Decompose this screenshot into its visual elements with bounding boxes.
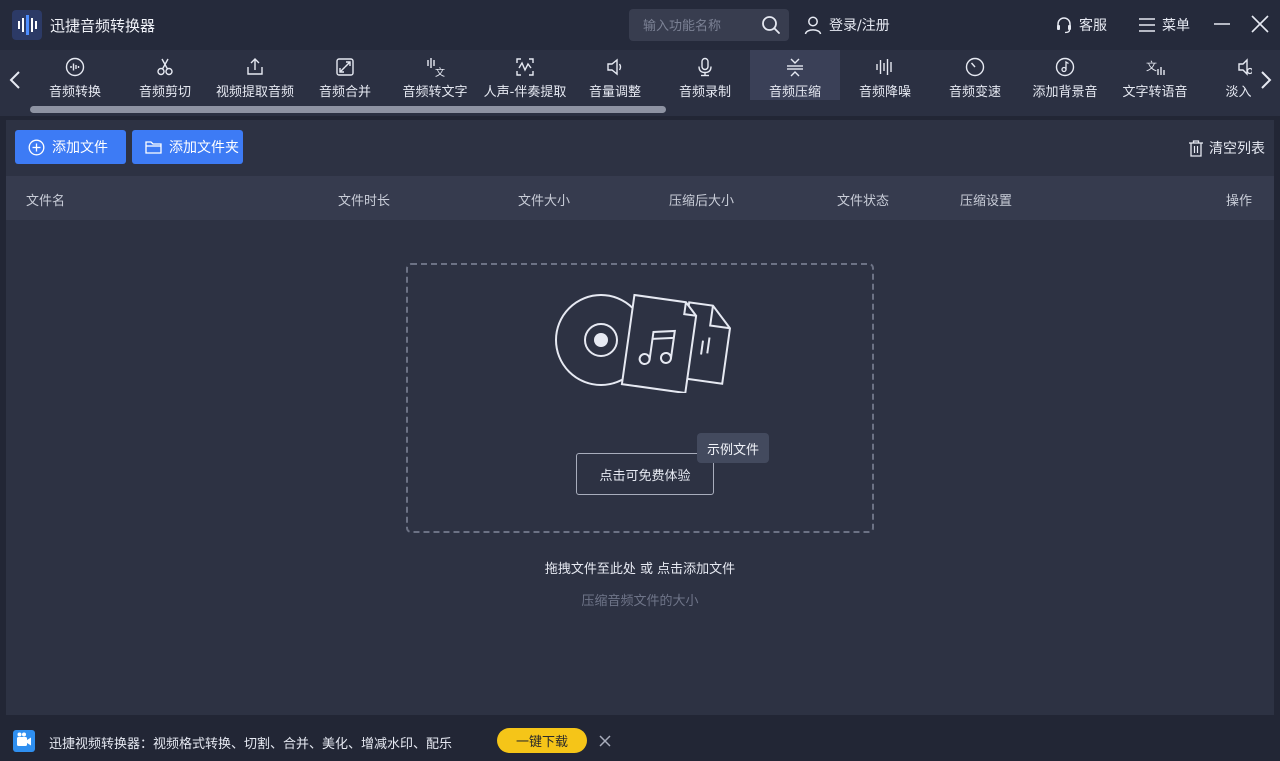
add-folder-button[interactable]: 添加文件夹 bbox=[132, 130, 243, 164]
minimize-icon[interactable] bbox=[1212, 14, 1232, 34]
tool-volume-adjust[interactable]: 音量调整 bbox=[570, 50, 660, 100]
voice-to-text-icon: 文 bbox=[427, 58, 445, 77]
fade-icon bbox=[1238, 58, 1252, 76]
menu-button[interactable]: 菜单 bbox=[1138, 13, 1190, 37]
search-box[interactable] bbox=[629, 9, 789, 41]
tool-text-to-speech[interactable]: 文 文字转语音 bbox=[1110, 50, 1200, 100]
sample-file-tag[interactable]: 示例文件 bbox=[697, 433, 770, 463]
add-file-label: 添加文件 bbox=[52, 140, 108, 156]
user-icon bbox=[804, 16, 822, 35]
trash-icon bbox=[1189, 139, 1203, 157]
close-icon[interactable] bbox=[1250, 14, 1270, 34]
tool-list: 音频转换 音频剪切 视频提取音频 音频合并 文 音频转文字 人声-伴奏提取 音量… bbox=[30, 50, 1252, 108]
column-header-filename: 文件名 bbox=[26, 194, 66, 209]
tool-label: 淡入淡 bbox=[1225, 85, 1252, 100]
video-converter-app-icon bbox=[13, 730, 35, 752]
tool-audio-merge[interactable]: 音频合并 bbox=[300, 50, 390, 100]
promo-text: 迅捷视频转换器：视频格式转换、切割、合并、美化、增减水印、配乐 bbox=[49, 737, 453, 752]
chevron-left-icon[interactable] bbox=[5, 66, 25, 94]
speed-dial-icon bbox=[965, 57, 985, 77]
column-header-compress-settings: 压缩设置 bbox=[960, 194, 1013, 209]
tool-fade[interactable]: 淡入淡 bbox=[1200, 50, 1252, 100]
toolbar-scrollbar[interactable] bbox=[30, 106, 666, 113]
tool-video-extract-audio[interactable]: 视频提取音频 bbox=[210, 50, 300, 100]
svg-text:文: 文 bbox=[1146, 59, 1157, 73]
app-title: 迅捷音频转换器 bbox=[50, 17, 156, 35]
equalizer-icon bbox=[876, 59, 892, 75]
hamburger-icon bbox=[1139, 18, 1155, 32]
table-header: 文件名 文件时长 文件大小 压缩后大小 文件状态 压缩设置 操作 bbox=[6, 176, 1274, 220]
file-drop-zone[interactable]: 点击可免费体验 示例文件 bbox=[406, 263, 874, 533]
scissors-icon bbox=[157, 58, 173, 76]
text-to-speech-icon: 文 bbox=[1146, 59, 1165, 75]
tool-audio-convert[interactable]: 音频转换 bbox=[30, 50, 120, 100]
tool-audio-compress[interactable]: 音频压缩 bbox=[750, 50, 840, 100]
compress-icon bbox=[787, 58, 803, 77]
waveform-circle-icon bbox=[65, 57, 85, 77]
tool-audio-to-text[interactable]: 文 音频转文字 bbox=[390, 50, 480, 100]
drop-subhint-text: 压缩音频文件的大小 bbox=[581, 594, 699, 609]
login-label: 登录/注册 bbox=[829, 18, 890, 34]
title-bar: 迅捷音频转换器 登录/注册 客服 菜单 bbox=[0, 0, 1280, 50]
download-button[interactable]: 一键下载 bbox=[497, 728, 587, 753]
column-header-size: 文件大小 bbox=[518, 194, 571, 209]
tool-add-background-music[interactable]: 添加背景音 bbox=[1020, 50, 1110, 100]
free-trial-button[interactable]: 点击可免费体验 bbox=[576, 453, 714, 495]
chevron-right-icon[interactable] bbox=[1256, 66, 1276, 94]
folder-icon bbox=[145, 140, 162, 154]
column-header-actions: 操作 bbox=[1226, 194, 1253, 209]
column-header-status: 文件状态 bbox=[837, 194, 890, 209]
close-promo-icon[interactable] bbox=[597, 733, 613, 749]
add-folder-label: 添加文件夹 bbox=[169, 140, 239, 156]
tool-noise-reduce[interactable]: 音频降噪 bbox=[840, 50, 930, 100]
plus-circle-icon bbox=[28, 139, 45, 155]
customer-service-button[interactable]: 客服 bbox=[1055, 13, 1107, 37]
microphone-icon bbox=[698, 57, 712, 77]
search-input[interactable] bbox=[643, 17, 753, 35]
volume-icon bbox=[607, 58, 622, 76]
merge-expand-icon bbox=[336, 58, 354, 76]
clear-list-button[interactable]: 清空列表 bbox=[1188, 138, 1265, 158]
tool-speed-change[interactable]: 音频变速 bbox=[930, 50, 1020, 100]
audio-file-illustration-icon bbox=[555, 293, 732, 393]
menu-label: 菜单 bbox=[1162, 18, 1190, 34]
vocal-extract-icon bbox=[516, 58, 534, 76]
login-button[interactable]: 登录/注册 bbox=[803, 13, 890, 37]
function-toolbar: 音频转换 音频剪切 视频提取音频 音频合并 文 音频转文字 人声-伴奏提取 音量… bbox=[0, 50, 1280, 116]
upload-share-icon bbox=[247, 58, 263, 75]
tool-audio-record[interactable]: 音频录制 bbox=[660, 50, 750, 100]
music-note-circle-icon bbox=[1055, 57, 1075, 77]
tool-vocal-accompaniment[interactable]: 人声-伴奏提取 bbox=[480, 50, 570, 100]
promo-bar: 迅捷视频转换器：视频格式转换、切割、合并、美化、增减水印、配乐 一键下载 bbox=[0, 720, 1280, 761]
app-logo-icon bbox=[12, 10, 42, 40]
file-list-panel: 添加文件 添加文件夹 清空列表 文件名 文件时长 文件大小 压缩后大小 文件状态… bbox=[6, 120, 1274, 715]
search-icon[interactable] bbox=[761, 15, 781, 35]
tool-audio-cut[interactable]: 音频剪切 bbox=[120, 50, 210, 100]
add-file-button[interactable]: 添加文件 bbox=[15, 130, 126, 164]
clear-list-label: 清空列表 bbox=[1209, 141, 1265, 157]
column-header-compressed-size: 压缩后大小 bbox=[669, 194, 735, 209]
customer-service-label: 客服 bbox=[1079, 18, 1107, 34]
headset-icon bbox=[1057, 17, 1071, 34]
drop-hint-text: 拖拽文件至此处 或 点击添加文件 bbox=[544, 562, 736, 577]
column-header-duration: 文件时长 bbox=[338, 194, 391, 209]
svg-text:文: 文 bbox=[435, 66, 445, 77]
